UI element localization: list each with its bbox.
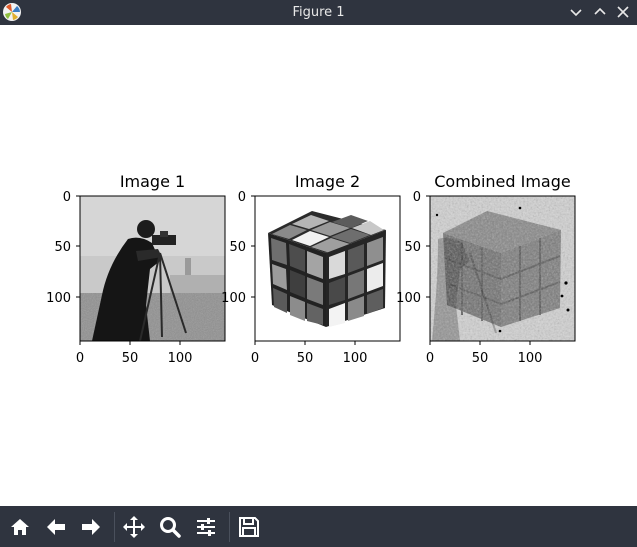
- y-tick-label: 100: [221, 291, 246, 306]
- pan-button[interactable]: [119, 512, 149, 542]
- x-tick-label: 50: [472, 351, 489, 366]
- subplot-title: Combined Image: [434, 172, 570, 191]
- x-tick-label: 100: [343, 351, 368, 366]
- subplot-title: Image 2: [295, 172, 360, 191]
- figure-canvas[interactable]: Image 1 0 50 100 0 50 100 Image 2 0 50 1…: [0, 25, 637, 506]
- x-tick-label: 100: [168, 351, 193, 366]
- image-1-cameraman: [80, 196, 225, 341]
- sliders-icon: [197, 518, 215, 536]
- subplot-combined-image: Combined Image 0 50 100 0 50 100: [396, 172, 576, 366]
- subplot-image-1: Image 1 0 50 100 0 50 100: [46, 172, 226, 366]
- arrow-right-icon: [82, 519, 100, 535]
- save-icon: [239, 517, 259, 537]
- home-icon: [11, 519, 29, 535]
- x-tick-label: 0: [251, 351, 259, 366]
- toolbar-separator: [114, 512, 115, 542]
- save-button[interactable]: [234, 512, 264, 542]
- combined-image: [430, 196, 575, 341]
- zoom-icon: [160, 517, 181, 538]
- y-tick-label: 50: [229, 240, 246, 255]
- move-icon: [123, 516, 145, 538]
- x-tick-label: 50: [122, 351, 139, 366]
- forward-button[interactable]: [76, 512, 106, 542]
- x-tick-label: 100: [518, 351, 543, 366]
- y-tick-label: 100: [46, 291, 71, 306]
- x-tick-label: 0: [76, 351, 84, 366]
- zoom-button[interactable]: [155, 512, 185, 542]
- configure-subplots-button[interactable]: [191, 512, 221, 542]
- window-titlebar: Figure 1: [0, 0, 637, 25]
- y-tick-label: 0: [413, 190, 421, 205]
- y-tick-label: 50: [404, 240, 421, 255]
- y-tick-label: 50: [54, 240, 71, 255]
- figure-svg: Image 1 0 50 100 0 50 100 Image 2 0 50 1…: [46, 172, 576, 366]
- minimize-icon[interactable]: [568, 4, 584, 20]
- image-2-rubiks-cube: [255, 196, 400, 341]
- x-tick-label: 0: [426, 351, 434, 366]
- back-button[interactable]: [41, 512, 71, 542]
- y-tick-label: 100: [396, 291, 421, 306]
- home-button[interactable]: [5, 512, 35, 542]
- close-icon[interactable]: [615, 4, 631, 20]
- navigation-toolbar: [0, 506, 637, 547]
- toolbar-separator: [229, 512, 230, 542]
- maximize-icon[interactable]: [592, 4, 608, 20]
- arrow-left-icon: [47, 519, 65, 535]
- y-tick-label: 0: [238, 190, 246, 205]
- subplot-title: Image 1: [120, 172, 185, 191]
- x-tick-label: 50: [297, 351, 314, 366]
- subplot-image-2: Image 2 0 50 100 0 50 100: [221, 172, 401, 366]
- window-title: Figure 1: [292, 5, 345, 20]
- y-tick-label: 0: [63, 190, 71, 205]
